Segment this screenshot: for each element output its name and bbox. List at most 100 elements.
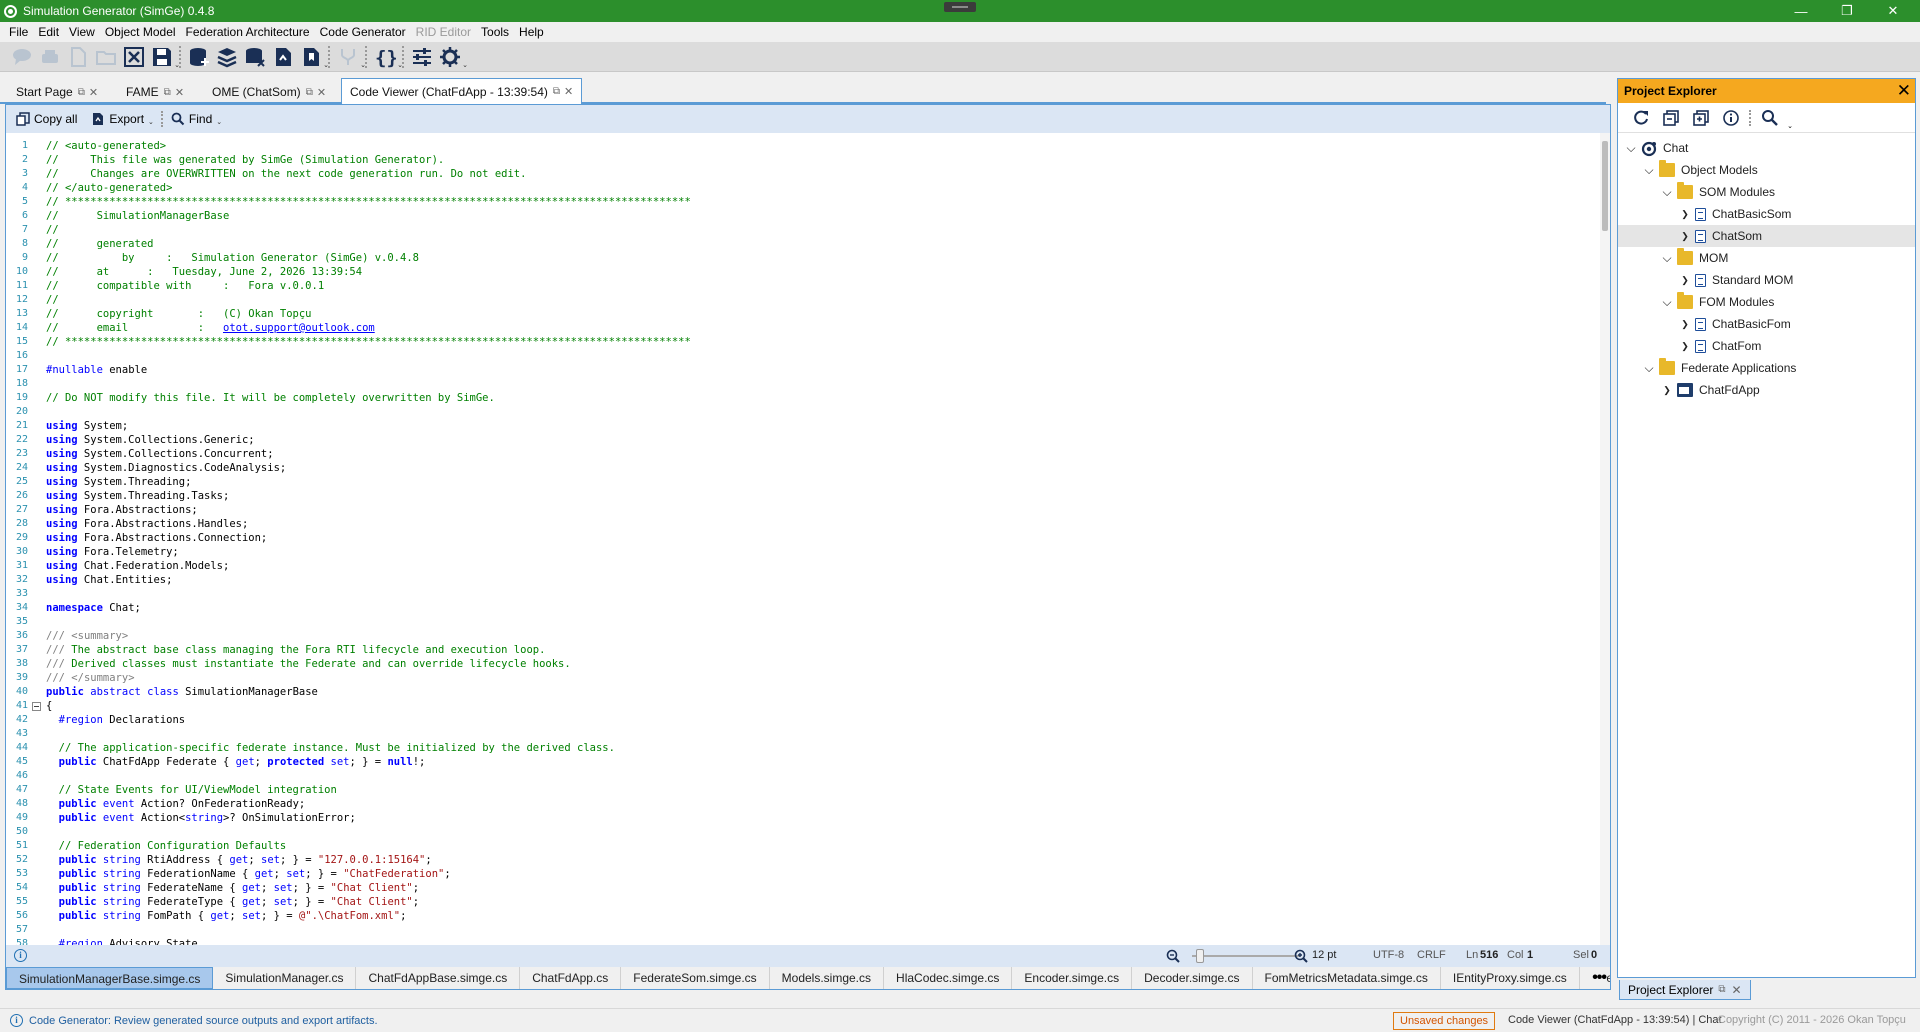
popout-icon[interactable]: ⧉ — [1718, 984, 1725, 995]
chevron-right-icon[interactable]: ❯ — [1678, 275, 1692, 286]
file-tab[interactable]: SimulationManager.cs — [213, 967, 357, 989]
file-tab[interactable]: ChatFdAppBase.simge.cs — [356, 967, 521, 989]
menu-item-rid-editor[interactable]: RID Editor — [411, 22, 476, 42]
chevron-down-icon[interactable]: ⌵ — [1660, 295, 1674, 310]
menu-item-edit[interactable]: Edit — [33, 22, 64, 42]
search-icon[interactable]: ⌄ — [1755, 106, 1793, 130]
menu-item-help[interactable]: Help — [514, 22, 549, 42]
chevron-right-icon[interactable]: ❯ — [1678, 341, 1692, 352]
find-dropdown-icon[interactable]: ⌄ — [216, 118, 222, 126]
settings-sliders-icon[interactable] — [408, 44, 436, 70]
properties-info-icon[interactable] — [1716, 106, 1746, 130]
popout-icon[interactable]: ⧉ — [306, 87, 313, 98]
menu-item-federation-architecture[interactable]: Federation Architecture — [181, 22, 315, 42]
file-tab[interactable]: HlaCodec.simge.cs — [884, 967, 1013, 989]
gear-icon[interactable]: ⌄ — [436, 44, 468, 70]
chevron-right-icon[interactable]: ❯ — [1678, 319, 1692, 330]
vertical-scrollbar[interactable] — [1600, 133, 1610, 945]
bookmark-file-icon[interactable]: ⌄ — [297, 44, 329, 70]
zoom-slider-track[interactable] — [1192, 955, 1300, 957]
tree-node-fom-modules[interactable]: ⌵ FOM Modules — [1618, 291, 1915, 313]
menu-item-file[interactable]: File — [4, 22, 33, 42]
zoom-out-icon[interactable] — [1166, 949, 1180, 963]
tree-node-mom[interactable]: ⌵ MOM — [1618, 247, 1915, 269]
collapse-all-icon[interactable] — [1686, 106, 1716, 130]
chevron-right-icon[interactable]: ❯ — [1678, 231, 1692, 242]
file-tab[interactable]: FomMetricsMetadata.simge.cs — [1253, 967, 1441, 989]
maximize-button[interactable]: ❐ — [1824, 0, 1870, 22]
new-chat-icon[interactable] — [8, 44, 36, 70]
fold-toggle-icon[interactable] — [32, 702, 41, 711]
tree-node-chatfdapp[interactable]: ❯ ChatFdApp — [1618, 379, 1915, 401]
tab-fame[interactable]: FAME ⧉ ✕ — [118, 80, 192, 104]
refresh-icon[interactable] — [1626, 106, 1656, 130]
tree-node-som-modules[interactable]: ⌵ SOM Modules — [1618, 181, 1915, 203]
tab-ome-chatsom[interactable]: OME (ChatSom) ⧉ ✕ — [204, 80, 334, 104]
close-tab-icon[interactable]: ✕ — [1732, 983, 1742, 997]
tab-code-viewer[interactable]: Code Viewer (ChatFdApp - 13:39:54) ⧉ ✕ — [341, 78, 583, 104]
menu-item-object-model[interactable]: Object Model — [100, 22, 181, 42]
add-database-icon[interactable] — [185, 44, 213, 70]
tree-node-object-models[interactable]: ⌵ Object Models — [1618, 159, 1915, 181]
open-federation-icon[interactable] — [36, 44, 64, 70]
open-folder-icon[interactable] — [92, 44, 120, 70]
tree-node-chatfom[interactable]: ❯ ChatFom — [1618, 335, 1915, 357]
tree-node-chatbasicfom[interactable]: ❯ ChatBasicFom — [1618, 313, 1915, 335]
close-window-button[interactable]: ✕ — [1870, 0, 1916, 22]
close-pane-button[interactable]: ✕ — [1897, 81, 1911, 100]
close-tab-icon[interactable]: ✕ — [89, 86, 98, 99]
menu-item-view[interactable]: View — [64, 22, 100, 42]
tree-node-standard-mom[interactable]: ❯ Standard MOM — [1618, 269, 1915, 291]
tree-node-chatbasicsom[interactable]: ❯ ChatBasicSom — [1618, 203, 1915, 225]
file-tab[interactable]: IEntityProxy.simge.cs — [1441, 967, 1580, 989]
code-area[interactable]: 1 // <auto-generated> 2 // This file was ge… — [6, 139, 1600, 951]
file-tab[interactable]: Decoder.simge.cs — [1132, 967, 1253, 989]
window-drag-grip[interactable] — [944, 2, 976, 12]
tree-node-chatsom[interactable]: ❯ ChatSom — [1618, 225, 1915, 247]
info-icon[interactable]: i — [14, 949, 27, 962]
zoom-in-icon[interactable] — [1294, 949, 1308, 963]
chevron-down-icon[interactable]: ⌵ — [1642, 361, 1656, 376]
tree-node-chat[interactable]: ⌵ Chat — [1618, 137, 1915, 159]
file-tab[interactable]: Encoder.simge.cs — [1012, 967, 1133, 989]
more-tabs-icon[interactable]: ••• — [1588, 969, 1607, 987]
expand-all-icon[interactable] — [1656, 106, 1686, 130]
file-tab[interactable]: SimulationManagerBase.simge.cs — [6, 967, 214, 989]
file-tab[interactable]: FederateSom.simge.cs — [621, 967, 770, 989]
fork-icon[interactable]: ⌄ — [334, 44, 366, 70]
file-tab[interactable]: ChatFdApp.cs — [520, 967, 622, 989]
tree-node-federate-applications[interactable]: ⌵ Federate Applications — [1618, 357, 1915, 379]
database-remove-icon[interactable] — [241, 44, 269, 70]
tab-start-page[interactable]: Start Page ⧉ ✕ — [8, 80, 106, 104]
chevron-down-icon[interactable]: ⌵ — [1624, 141, 1638, 156]
close-tab-icon[interactable]: ✕ — [317, 86, 326, 99]
popout-icon[interactable]: ⧉ — [164, 87, 171, 98]
menu-item-tools[interactable]: Tools — [476, 22, 514, 42]
chevron-right-icon[interactable]: ❯ — [1660, 385, 1674, 396]
chevron-right-icon[interactable]: ❯ — [1678, 209, 1692, 220]
minimize-button[interactable]: — — [1778, 0, 1824, 22]
find-button[interactable]: Find — [167, 108, 216, 130]
code-braces-icon[interactable]: {} ⌄ — [371, 44, 403, 70]
close-project-icon[interactable] — [120, 44, 148, 70]
chevron-down-icon[interactable]: ⌵ — [1660, 251, 1674, 266]
close-tab-icon[interactable]: ✕ — [175, 86, 184, 99]
chevron-down-icon[interactable]: ⌵ — [1660, 185, 1674, 200]
unsaved-changes-badge[interactable]: Unsaved changes — [1393, 1012, 1496, 1030]
menu-item-code-generator[interactable]: Code Generator — [315, 22, 411, 42]
popout-icon[interactable]: ⧉ — [78, 87, 85, 98]
file-tab[interactable]: Models.simge.cs — [770, 967, 885, 989]
new-file-icon[interactable] — [64, 44, 92, 70]
scrollbar-thumb[interactable] — [1602, 141, 1608, 231]
tab-project-explorer[interactable]: Project Explorer ⧉ ✕ — [1619, 980, 1751, 1000]
close-tab-icon[interactable]: ✕ — [564, 85, 573, 98]
save-icon[interactable]: ⌄ — [148, 44, 180, 70]
popout-icon[interactable]: ⧉ — [553, 86, 560, 97]
zoom-slider-thumb[interactable] — [1196, 949, 1204, 963]
layers-icon[interactable] — [213, 44, 241, 70]
copy-all-button[interactable]: Copy all — [12, 108, 81, 130]
export-button[interactable]: Export — [87, 108, 148, 130]
export-file-icon[interactable] — [269, 44, 297, 70]
export-dropdown-icon[interactable]: ⌄ — [148, 118, 154, 126]
chevron-down-icon[interactable]: ⌵ — [1642, 163, 1656, 178]
